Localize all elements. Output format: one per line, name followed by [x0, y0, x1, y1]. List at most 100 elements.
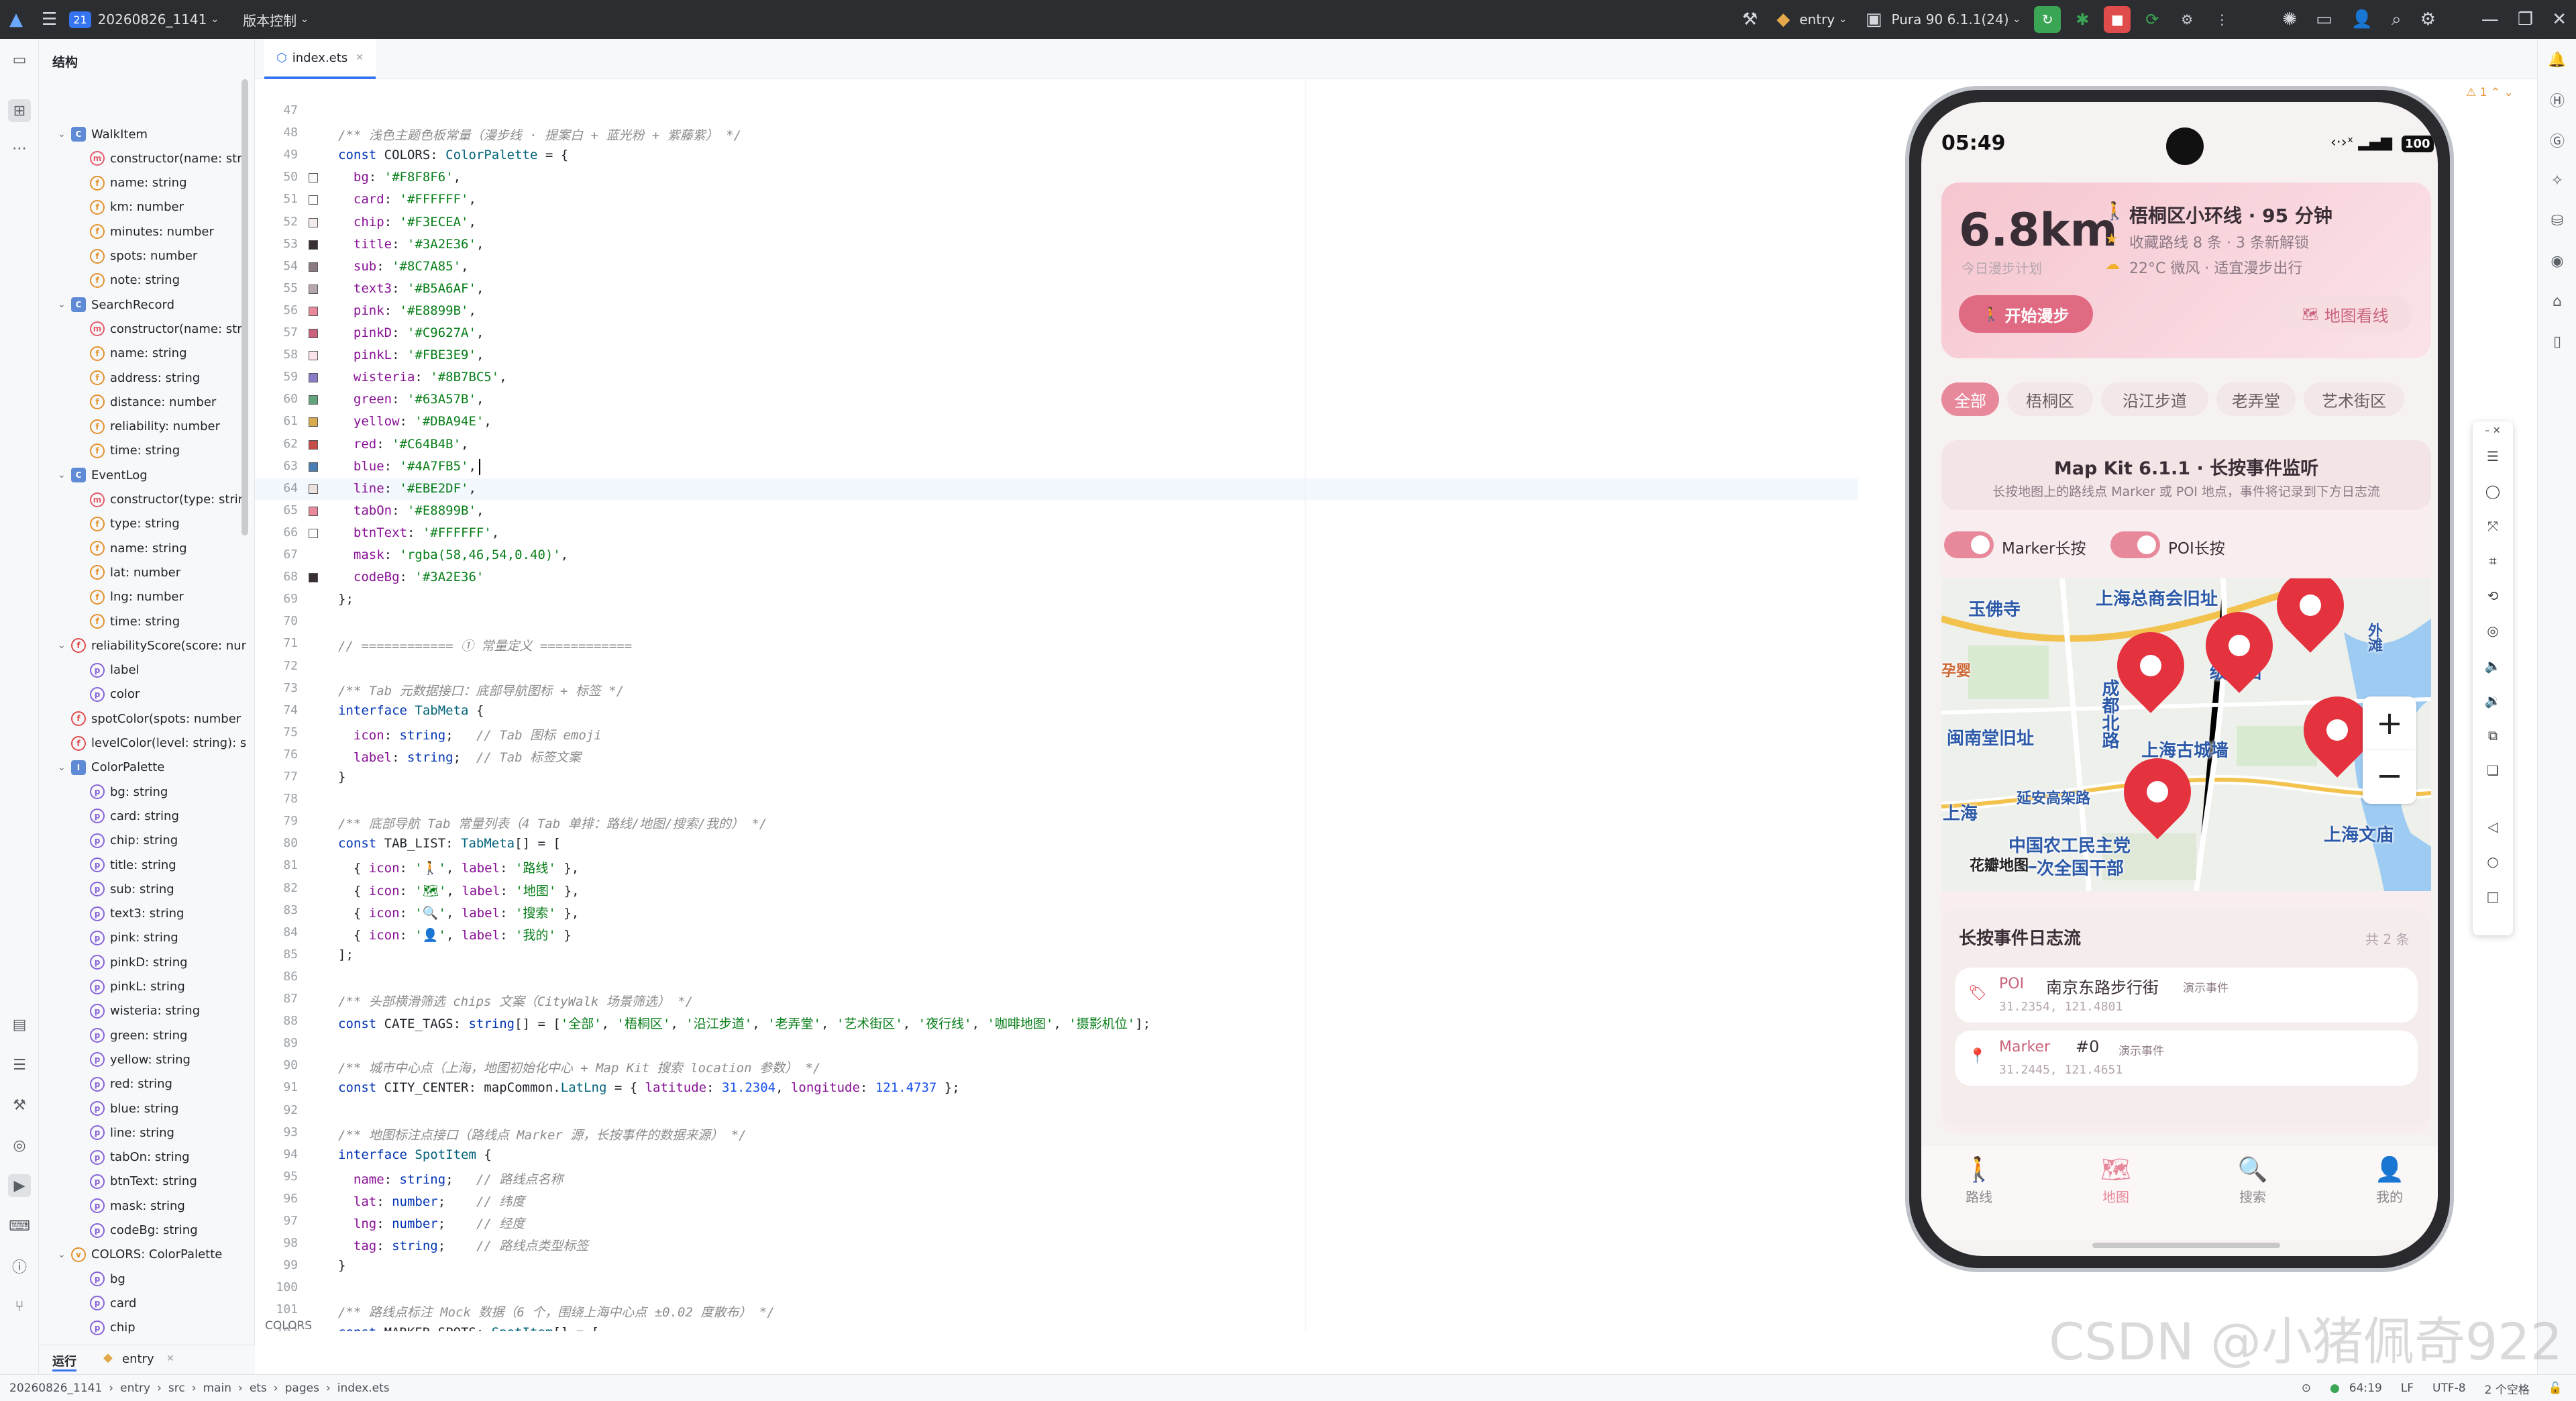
device-select[interactable]: Pura 90 6.1.1(24): [1892, 11, 2009, 28]
profiler-button[interactable]: ⚙: [2174, 6, 2200, 33]
apply-changes-button[interactable]: ⟳: [2139, 6, 2165, 33]
color-swatch-icon[interactable]: [309, 284, 318, 294]
crop-icon[interactable]: ⌗: [2473, 553, 2513, 569]
structure-tree-row[interactable]: f lat: number: [76, 560, 254, 584]
emulator-menu-icon[interactable]: ☰: [2473, 448, 2513, 464]
structure-tree-row[interactable]: p chip: [76, 1316, 254, 1340]
volume-down-icon[interactable]: 🔉: [2473, 692, 2513, 709]
structure-tree-row[interactable]: f name: string: [76, 171, 254, 195]
run-config-select[interactable]: entry: [1799, 11, 1835, 28]
tab-index-ets[interactable]: ⬡ index.ets ✕: [264, 39, 376, 79]
structure-tree-row[interactable]: p bg: string: [76, 780, 254, 804]
more-actions-icon[interactable]: ⋮: [2208, 6, 2235, 33]
structure-tree-row[interactable]: p green: string: [76, 1023, 254, 1047]
expand-chevron-icon[interactable]: ⌄: [58, 762, 68, 773]
harmony-assistant-icon[interactable]: Ⓗ: [2546, 89, 2569, 111]
structure-tree-row[interactable]: f lng: number: [76, 585, 254, 609]
zoom-out-button[interactable]: −: [2363, 750, 2416, 804]
nav-tab[interactable]: 🚶 路线: [1939, 1155, 2019, 1206]
structure-tree-row[interactable]: ⌄ f reliabilityScore(score: nur: [58, 633, 254, 658]
location-icon[interactable]: ◎: [2473, 623, 2513, 639]
structure-tree-row[interactable]: f type: string: [76, 512, 254, 536]
database-icon[interactable]: ⛁: [2546, 209, 2569, 232]
screenshot-icon[interactable]: ⧉: [2473, 727, 2513, 743]
color-swatch-icon[interactable]: [309, 240, 318, 250]
color-swatch-icon[interactable]: [309, 484, 318, 494]
codegenie-icon[interactable]: Ⓖ: [2546, 129, 2569, 152]
debug-button[interactable]: ✱: [2069, 6, 2096, 33]
project-name[interactable]: 20260826_1141: [98, 11, 207, 28]
run-config-tab[interactable]: entry: [122, 1352, 154, 1366]
structure-tree-row[interactable]: p line: string: [76, 1121, 254, 1145]
vcs-menu[interactable]: 版本控制: [243, 10, 297, 30]
structure-icon[interactable]: ⊞: [8, 99, 31, 122]
settings-gear-icon[interactable]: ⚙: [2411, 0, 2445, 39]
category-chip[interactable]: 老弄堂: [2216, 382, 2296, 416]
color-swatch-icon[interactable]: [309, 462, 318, 472]
map-view-button[interactable]: 🗺 地图看线: [2278, 295, 2412, 333]
project-folder-icon[interactable]: ▭: [8, 48, 31, 71]
close-icon[interactable]: ✕: [2542, 0, 2576, 39]
category-chip[interactable]: 梧桐区: [2007, 382, 2093, 416]
structure-tree-row[interactable]: p codeBg: string: [76, 1218, 254, 1243]
category-chip[interactable]: 全部: [1941, 382, 1999, 416]
structure-tree-row[interactable]: ⌄ C WalkItem: [58, 122, 254, 146]
project-dropdown-icon[interactable]: ⌄: [211, 14, 219, 25]
structure-tree-row[interactable]: f time: string: [76, 609, 254, 633]
category-chip[interactable]: 沿江步道: [2101, 382, 2208, 416]
color-swatch-icon[interactable]: [309, 395, 318, 405]
device-phone-icon[interactable]: ▯: [2546, 330, 2569, 353]
structure-tree-row[interactable]: f km: number: [76, 195, 254, 219]
breadcrumb-item[interactable]: entry: [120, 1382, 150, 1395]
list-icon[interactable]: ☰: [8, 1053, 31, 1076]
structure-tree-row[interactable]: m constructor(name: stri: [76, 317, 254, 341]
back-icon[interactable]: ◁: [2473, 819, 2513, 835]
expand-chevron-icon[interactable]: ⌄: [58, 470, 68, 480]
structure-tree-row[interactable]: f note: string: [76, 268, 254, 293]
structure-tree-row[interactable]: p tabOn: string: [76, 1145, 254, 1170]
device-manager-icon[interactable]: ▭: [2306, 0, 2342, 39]
structure-tree-row[interactable]: f reliability: number: [76, 415, 254, 439]
structure-tree-row[interactable]: f name: string: [76, 536, 254, 560]
structure-tree-row[interactable]: m constructor(name: stri: [76, 146, 254, 170]
structure-tree-row[interactable]: p blue: string: [76, 1096, 254, 1121]
volume-up-icon[interactable]: 🔈: [2473, 658, 2513, 674]
breadcrumb-item[interactable]: main: [203, 1382, 231, 1395]
recents-icon[interactable]: □: [2473, 888, 2513, 904]
cursor-position[interactable]: 64:19: [2349, 1382, 2382, 1395]
structure-tree-row[interactable]: ⌄ v COLORS: ColorPalette: [58, 1243, 254, 1267]
color-swatch-icon[interactable]: [309, 173, 318, 183]
structure-tree-row[interactable]: p pinkL: string: [76, 975, 254, 999]
structure-tree-row[interactable]: p bg: [76, 1267, 254, 1291]
breadcrumb-item[interactable]: 20260826_1141: [9, 1382, 102, 1395]
main-menu-icon[interactable]: ☰: [32, 0, 66, 39]
structure-tree-row[interactable]: p mask: string: [76, 1194, 254, 1218]
expand-chevron-icon[interactable]: ⌄: [58, 299, 68, 310]
code-breadcrumb[interactable]: COLORS: [265, 1319, 312, 1333]
structure-tree-row[interactable]: p chip: string: [76, 829, 254, 853]
structure-tree-row[interactable]: p btnText: string: [76, 1170, 254, 1194]
problems-icon[interactable]: ⓘ: [8, 1255, 31, 1278]
zoom-in-button[interactable]: +: [2363, 696, 2416, 750]
structure-tree-row[interactable]: p title: string: [76, 853, 254, 877]
color-swatch-icon[interactable]: [309, 195, 318, 205]
preview-eye-icon[interactable]: ◉: [2546, 250, 2569, 272]
poi-longpress-toggle[interactable]: [2110, 531, 2160, 558]
nav-tab[interactable]: 👤 我的: [2349, 1155, 2430, 1206]
structure-tree-row[interactable]: m constructor(type: strir: [76, 488, 254, 512]
breadcrumb-item[interactable]: index.ets: [337, 1382, 390, 1395]
category-chip[interactable]: 艺术街区: [2304, 382, 2404, 416]
structure-tree-row[interactable]: f minutes: number: [76, 219, 254, 244]
marker-longpress-toggle[interactable]: [1944, 531, 1994, 558]
color-swatch-icon[interactable]: [309, 351, 318, 361]
run-tab[interactable]: 运行: [52, 1352, 76, 1371]
inspect-icon[interactable]: ⊙: [2302, 1382, 2311, 1395]
structure-tree-row[interactable]: f spotColor(spots: number: [58, 707, 254, 731]
structure-tree-row[interactable]: f address: string: [76, 366, 254, 390]
more-tools-icon[interactable]: ⋯: [8, 137, 31, 160]
color-swatch-icon[interactable]: [309, 528, 318, 538]
start-walk-button[interactable]: 🚶 开始漫步: [1959, 295, 2093, 333]
run-config-dropdown-icon[interactable]: ⌄: [1839, 14, 1847, 25]
file-encoding[interactable]: UTF-8: [2432, 1382, 2466, 1395]
structure-scrollbar[interactable]: [241, 79, 248, 535]
